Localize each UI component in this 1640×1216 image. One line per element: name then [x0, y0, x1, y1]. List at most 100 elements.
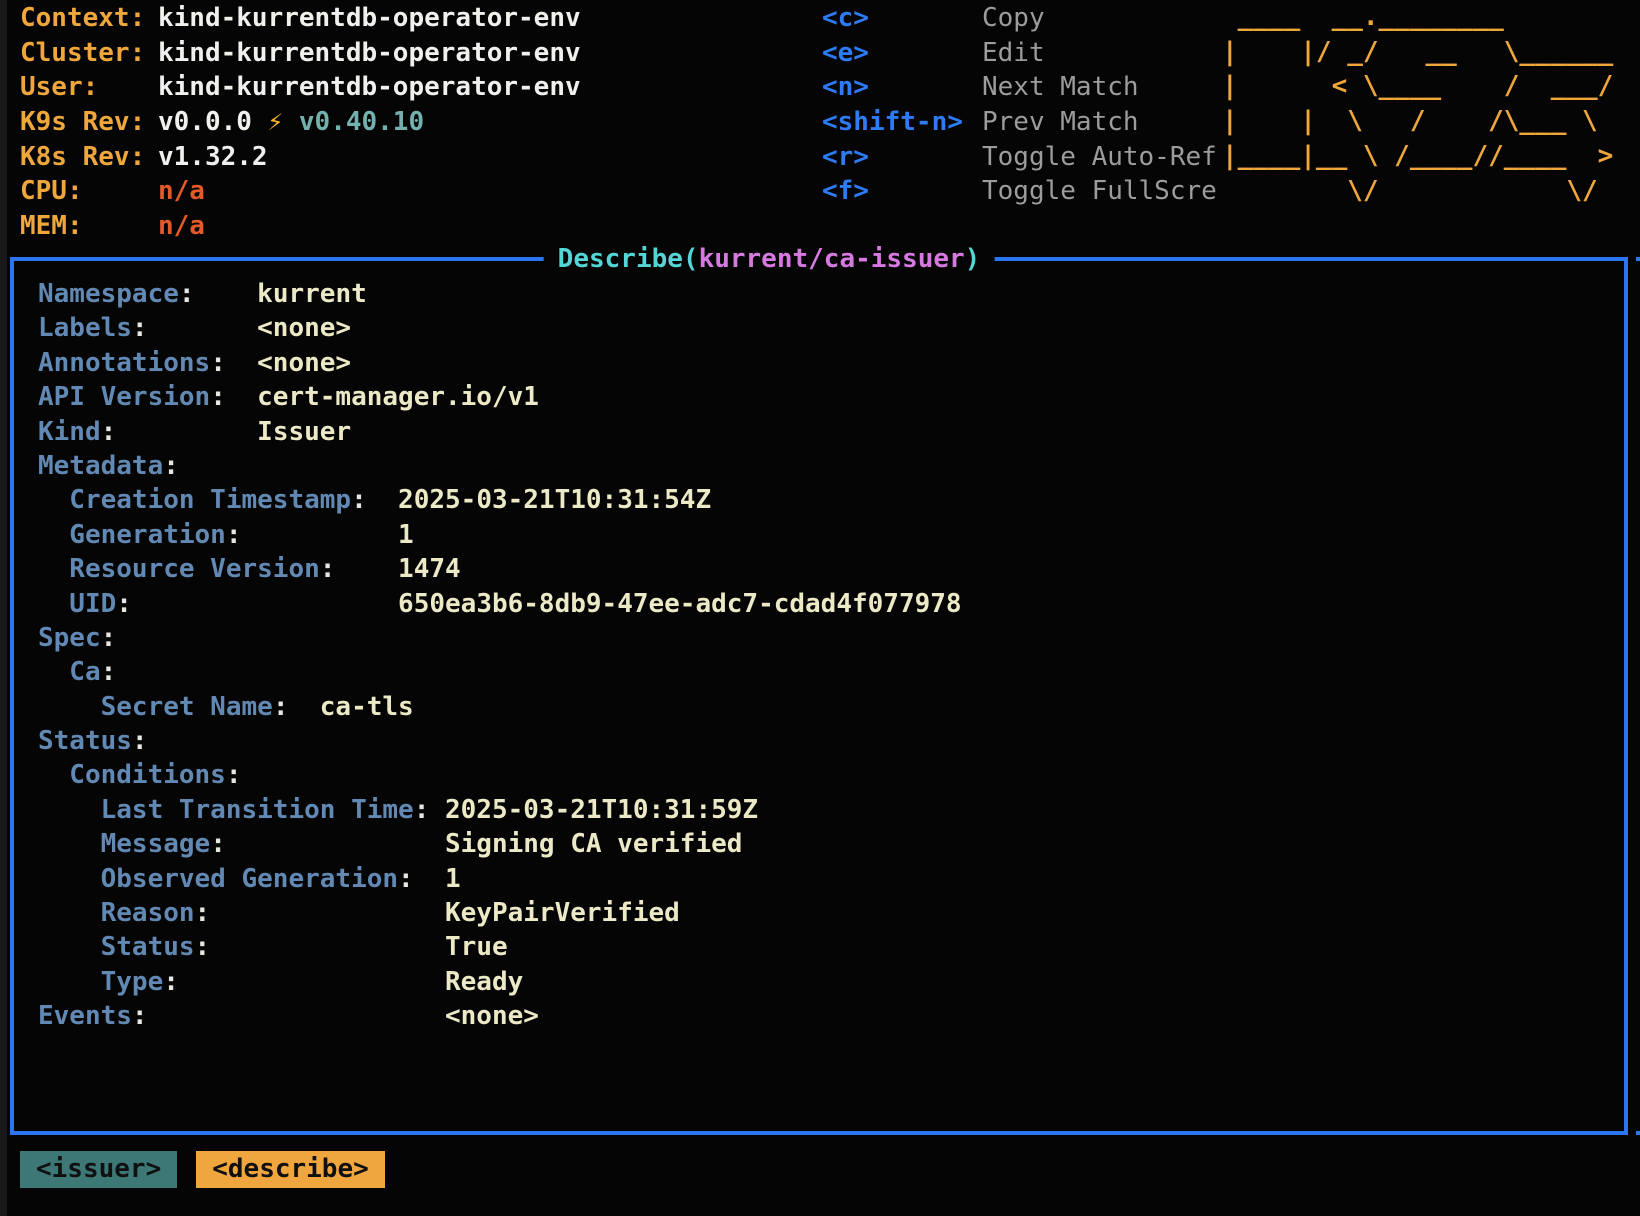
cluster-info-row: User:kind-kurrentdb-operator-env — [20, 70, 581, 105]
describe-key: API Version — [38, 382, 210, 412]
cluster-info-panel: Context:kind-kurrentdb-operator-envClust… — [20, 1, 581, 244]
describe-key: Type — [38, 967, 163, 997]
describe-key: Conditions — [38, 760, 226, 790]
window-edge — [0, 0, 7, 1216]
describe-row: UID: 650ea3b6-8db9-47ee-adc7-cdad4f07797… — [38, 587, 962, 621]
describe-value: cert-manager.io/v1 — [257, 382, 539, 412]
describe-value: Signing CA verified — [445, 829, 742, 859]
info-label: CPU: — [20, 174, 158, 209]
shortcut-desc: Edit — [982, 38, 1045, 68]
shortcut-row: <f>Toggle FullScre — [822, 174, 1217, 209]
shortcut-row: <n>Next Match — [822, 70, 1217, 105]
describe-colon: : — [101, 623, 117, 653]
describe-row: API Version: cert-manager.io/v1 — [38, 380, 962, 414]
describe-colon: : — [226, 520, 242, 550]
describe-key: Creation Timestamp — [38, 485, 351, 515]
describe-key: Secret Name — [38, 692, 273, 722]
k9s-logo: ____ __.________ | |/ _/ __ \______ | < … — [1222, 0, 1613, 208]
describe-key: Labels — [38, 313, 132, 343]
describe-row: Spec: — [38, 621, 962, 655]
info-value: v1.32.2 — [158, 142, 268, 172]
describe-key: Reason — [38, 898, 195, 928]
info-label: MEM: — [20, 209, 158, 244]
describe-colon: : — [163, 451, 179, 481]
describe-colon: : — [132, 1001, 148, 1031]
describe-value: True — [445, 932, 508, 962]
crumb-describe[interactable]: <describe> — [196, 1151, 385, 1188]
describe-value: <none> — [445, 1001, 539, 1031]
info-value: n/a — [158, 176, 205, 206]
info-label: Cluster: — [20, 36, 158, 71]
border-sliver-bottom — [1636, 1131, 1640, 1135]
describe-row: Conditions: — [38, 758, 962, 792]
describe-value: 2025-03-21T10:31:59Z — [445, 795, 758, 825]
describe-row: Status: True — [38, 930, 962, 964]
describe-key: Kind — [38, 417, 101, 447]
describe-colon: : — [195, 932, 211, 962]
describe-key: Spec — [38, 623, 101, 653]
describe-row: Creation Timestamp: 2025-03-21T10:31:54Z — [38, 483, 962, 517]
info-label: User: — [20, 70, 158, 105]
cluster-info-row: MEM:n/a — [20, 209, 581, 244]
shortcut-key: <shift-n> — [822, 105, 982, 140]
breadcrumb: <issuer> <describe> — [20, 1151, 385, 1188]
describe-colon: : — [101, 657, 117, 687]
describe-value: ca-tls — [320, 692, 414, 722]
info-label: K9s Rev: — [20, 105, 158, 140]
shortcut-key: <f> — [822, 174, 982, 209]
shortcut-key: <n> — [822, 70, 982, 105]
cluster-info-row: Context:kind-kurrentdb-operator-env — [20, 1, 581, 36]
describe-colon: : — [414, 795, 430, 825]
info-value: kind-kurrentdb-operator-env — [158, 38, 581, 68]
shortcut-desc: Copy — [982, 3, 1045, 33]
describe-content: Namespace: kurrentLabels: <none>Annotati… — [38, 277, 962, 1034]
describe-value: Ready — [445, 967, 523, 997]
k9s-current-version: v0.0.0 — [158, 107, 268, 137]
describe-colon: : — [320, 554, 336, 584]
describe-colon: : — [273, 692, 289, 722]
cluster-info-row: K8s Rev:v1.32.2 — [20, 140, 581, 175]
describe-key: Generation — [38, 520, 226, 550]
shortcut-desc: Prev Match — [982, 107, 1139, 137]
describe-colon: : — [210, 348, 226, 378]
describe-colon: : — [398, 864, 414, 894]
describe-row: Resource Version: 1474 — [38, 552, 962, 586]
shortcut-key: <c> — [822, 1, 982, 36]
describe-row: Generation: 1 — [38, 518, 962, 552]
describe-colon: : — [179, 279, 195, 309]
describe-colon: : — [195, 898, 211, 928]
describe-colon: : — [132, 726, 148, 756]
info-value: kind-kurrentdb-operator-env — [158, 72, 581, 102]
shortcut-desc: Toggle Auto-Ref — [982, 142, 1217, 172]
describe-key: Status — [38, 726, 132, 756]
describe-panel[interactable]: Describe(kurrent/ca-issuer) Namespace: k… — [10, 257, 1628, 1135]
info-value: kind-kurrentdb-operator-env — [158, 3, 581, 33]
cluster-info-row: Cluster:kind-kurrentdb-operator-env — [20, 36, 581, 71]
describe-row: Annotations: <none> — [38, 346, 962, 380]
shortcut-row: <c>Copy — [822, 1, 1217, 36]
describe-row: Namespace: kurrent — [38, 277, 962, 311]
k9s-latest-version: v0.40.10 — [283, 107, 424, 137]
shortcut-row: <shift-n>Prev Match — [822, 105, 1217, 140]
border-sliver-top — [1636, 257, 1640, 261]
describe-value: <none> — [257, 348, 351, 378]
describe-colon: : — [101, 417, 117, 447]
describe-key: Observed Generation — [38, 864, 398, 894]
shortcut-key: <e> — [822, 36, 982, 71]
describe-row: Observed Generation: 1 — [38, 862, 962, 896]
describe-row: Metadata: — [38, 449, 962, 483]
describe-colon: : — [132, 313, 148, 343]
describe-row: Events: <none> — [38, 999, 962, 1033]
describe-value: 1474 — [398, 554, 461, 584]
describe-key: Resource Version — [38, 554, 320, 584]
describe-title-suffix: ) — [965, 244, 981, 274]
shortcut-row: <e>Edit — [822, 36, 1217, 71]
describe-value: 650ea3b6-8db9-47ee-adc7-cdad4f077978 — [398, 589, 962, 619]
describe-colon: : — [351, 485, 367, 515]
describe-value: <none> — [257, 313, 351, 343]
describe-row: Type: Ready — [38, 965, 962, 999]
crumb-issuer[interactable]: <issuer> — [20, 1151, 177, 1188]
describe-key: UID — [38, 589, 116, 619]
shortcut-desc: Next Match — [982, 72, 1139, 102]
shortcut-row: <r>Toggle Auto-Ref — [822, 140, 1217, 175]
